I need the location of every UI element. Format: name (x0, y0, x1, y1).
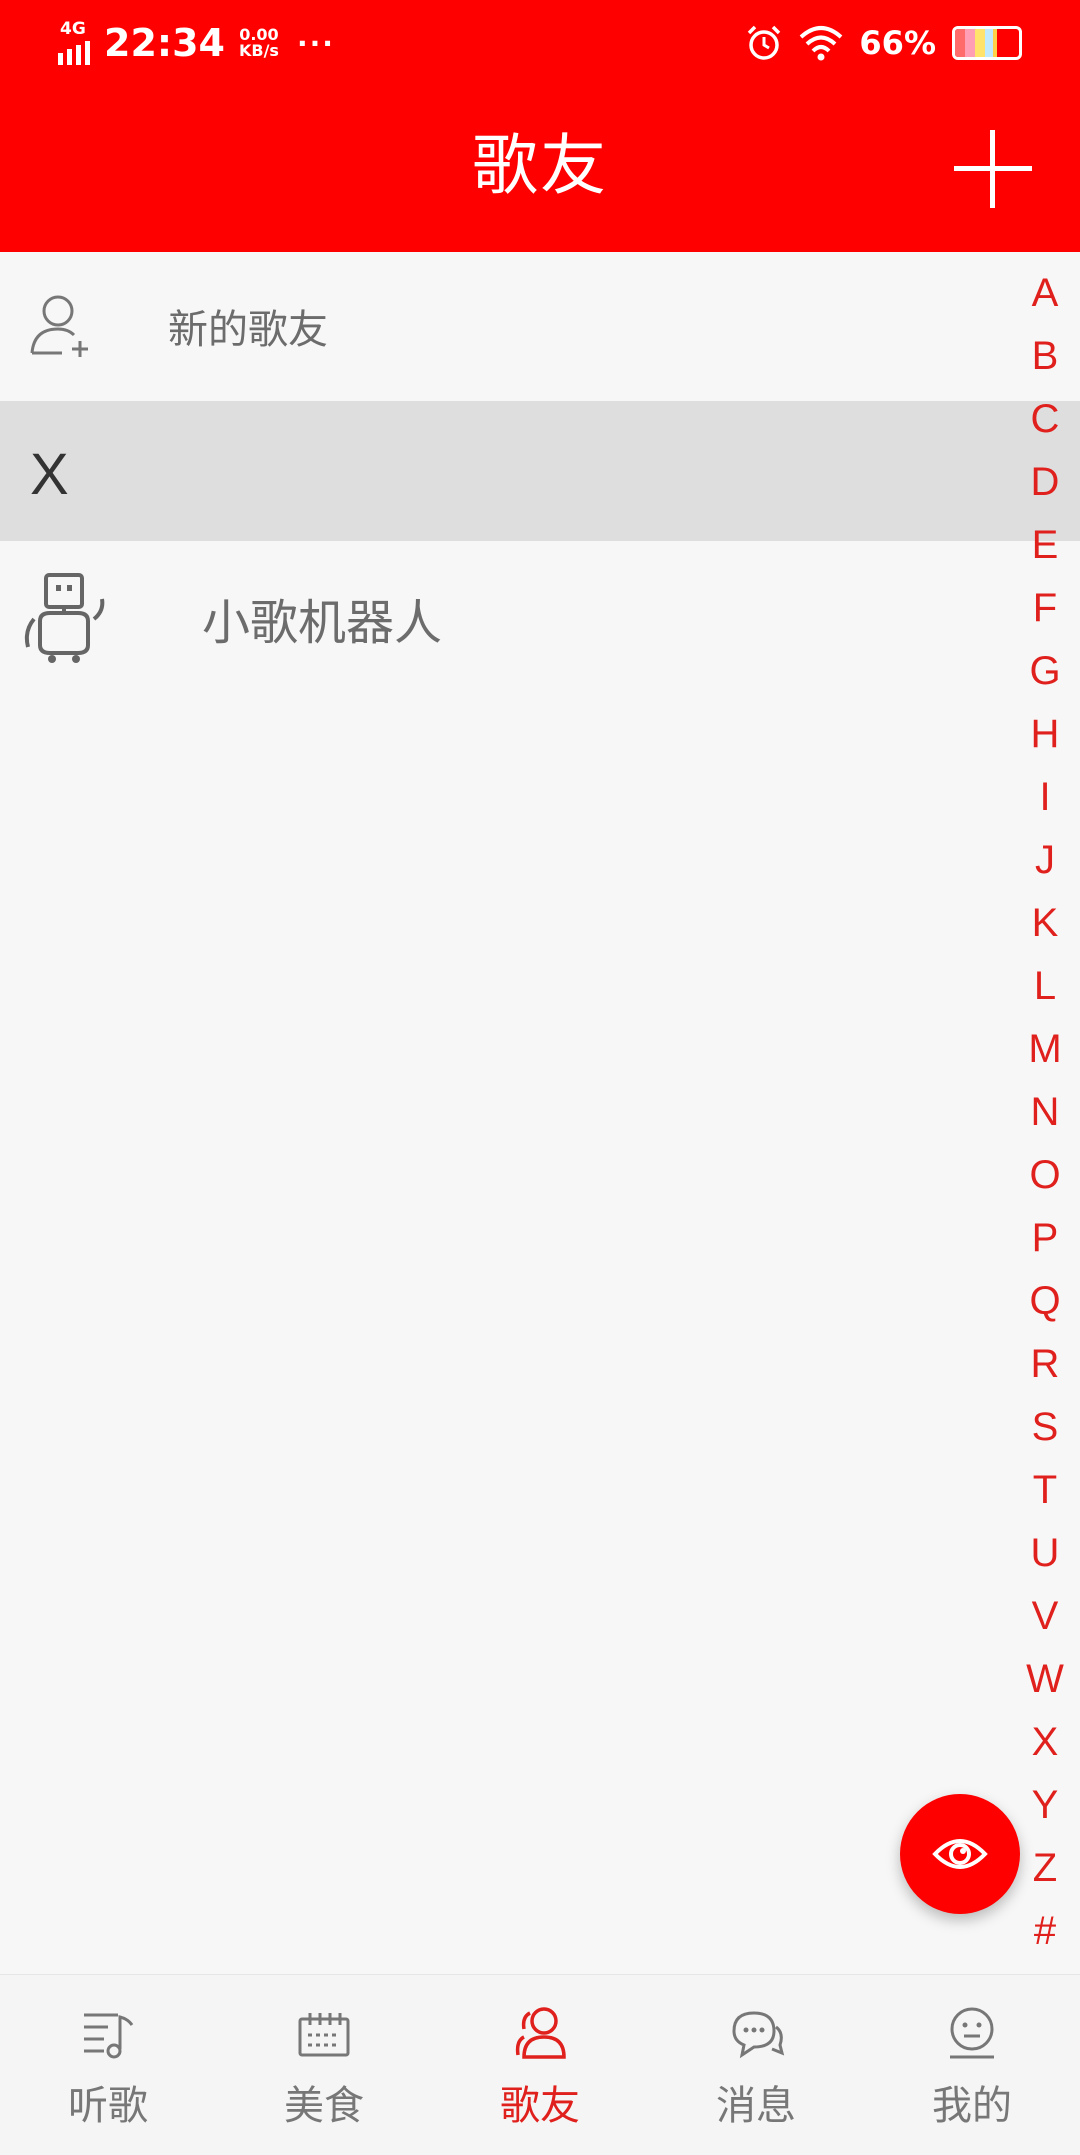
app-header: 4G 22:34 0.00 KB/s ··· 66% 歌友 (0, 0, 1080, 252)
index-letter[interactable]: K (1010, 892, 1080, 955)
index-letter[interactable]: Y (1010, 1774, 1080, 1837)
index-letter[interactable]: E (1010, 514, 1080, 577)
index-letter[interactable]: L (1010, 955, 1080, 1018)
index-letter[interactable]: O (1010, 1144, 1080, 1207)
index-letter[interactable]: A (1010, 262, 1080, 325)
tab-label: 消息 (716, 2083, 796, 2129)
status-right: 66% (745, 18, 1022, 68)
index-letter[interactable]: J (1010, 829, 1080, 892)
page-title: 歌友 (472, 127, 608, 204)
eye-fab-button[interactable] (900, 1794, 1020, 1914)
more-notifications: ··· (296, 26, 335, 60)
status-time: 22:34 (104, 21, 225, 65)
index-letter[interactable]: I (1010, 766, 1080, 829)
index-letter[interactable]: F (1010, 577, 1080, 640)
network-type: 4G (60, 19, 86, 39)
alarm-icon (748, 25, 781, 60)
alphabet-index[interactable]: A B C D E F G H I J K L M N O P Q R S T U V W X Y Z # (1010, 262, 1080, 1963)
tab-listen[interactable]: 听歌 (0, 1975, 216, 2155)
robot-avatar-icon (24, 573, 105, 663)
network-speed: 0.00 KB/s (239, 27, 279, 59)
tab-food[interactable]: 美食 (216, 1975, 432, 2155)
index-letter[interactable]: R (1010, 1333, 1080, 1396)
index-letter[interactable]: Z (1010, 1837, 1080, 1900)
index-letter[interactable]: P (1010, 1207, 1080, 1270)
index-letter[interactable]: X (1010, 1711, 1080, 1774)
new-friends-row[interactable]: 新的歌友 (0, 252, 1020, 400)
index-letter[interactable]: B (1010, 325, 1080, 388)
list-item[interactable]: 小歌机器人 (0, 541, 1020, 695)
speed-unit: KB/s (238, 41, 279, 60)
section-header: X (0, 401, 1080, 541)
tab-label: 听歌 (68, 2083, 148, 2129)
index-letter[interactable]: W (1010, 1648, 1080, 1711)
index-letter[interactable]: H (1010, 703, 1080, 766)
index-letter[interactable]: M (1010, 1018, 1080, 1081)
status-bar: 4G 22:34 0.00 KB/s ··· 66% (0, 0, 1080, 86)
tab-messages[interactable]: 消息 (648, 1975, 864, 2155)
tab-label: 我的 (932, 2083, 1012, 2129)
new-friends-label: 新的歌友 (168, 307, 328, 353)
tab-profile[interactable]: 我的 (864, 1975, 1080, 2155)
contact-name: 小歌机器人 (202, 595, 443, 651)
signal-icon: 4G (58, 19, 90, 65)
battery-percent: 66% (859, 24, 936, 62)
section-letter: X (30, 442, 69, 507)
index-letter[interactable]: N (1010, 1081, 1080, 1144)
index-letter[interactable]: D (1010, 451, 1080, 514)
friends-icon (515, 2007, 566, 2059)
chat-icon (732, 2011, 785, 2059)
wifi-icon (800, 26, 843, 61)
index-letter[interactable]: Q (1010, 1270, 1080, 1333)
index-letter[interactable]: C (1010, 388, 1080, 451)
status-left: 4G 22:34 0.00 KB/s ··· (58, 18, 335, 68)
add-user-icon (30, 295, 88, 357)
index-letter[interactable]: V (1010, 1585, 1080, 1648)
index-letter[interactable]: T (1010, 1459, 1080, 1522)
index-letter[interactable]: S (1010, 1396, 1080, 1459)
bottom-tab-bar: 听歌 美食 歌友 消息 我的 (0, 1974, 1080, 2155)
index-letter[interactable]: G (1010, 640, 1080, 703)
index-letter[interactable]: # (1010, 1900, 1080, 1963)
index-letter[interactable]: U (1010, 1522, 1080, 1585)
tab-label: 美食 (284, 2083, 364, 2129)
battery-icon (952, 26, 1022, 60)
tab-friends[interactable]: 歌友 (432, 1975, 648, 2155)
tab-label: 歌友 (500, 2083, 580, 2129)
music-list-icon (84, 2013, 134, 2059)
add-friend-button[interactable] (948, 124, 1038, 214)
eye-icon (932, 1839, 988, 1869)
profile-icon (950, 2007, 994, 2059)
food-icon (298, 2013, 350, 2057)
